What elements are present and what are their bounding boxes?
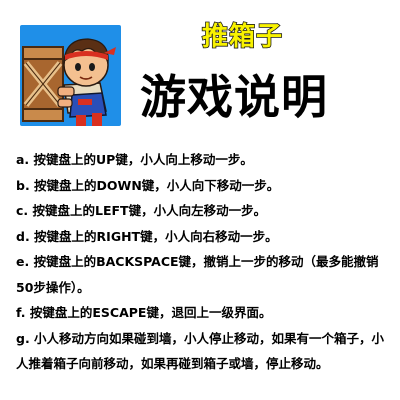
game-logo <box>20 25 121 126</box>
instruction-item: f. 按键盘上的ESCAPE键，退回上一级界面。 <box>16 305 272 320</box>
instruction-list: a. 按键盘上的UP键，小人向上移动一步。 b. 按键盘上的DOWN键，小人向下… <box>16 147 392 377</box>
instruction-item: g. 小人移动方向如果碰到墙，小人停止移动，如果有一个箱子，小人推着箱子向前移动… <box>16 330 385 372</box>
instruction-item: c. 按键盘上的LEFT键，小人向左移动一步。 <box>16 203 267 218</box>
sokoban-boy-pushing-crate-icon <box>22 38 116 126</box>
instruction-item: a. 按键盘上的UP键，小人向上移动一步。 <box>16 152 253 167</box>
instruction-item: d. 按键盘上的RIGHT键，小人向右移动一步。 <box>16 228 278 244</box>
instruction-item: e. 按键盘上的BACKSPACE键，撤销上一步的移动（最多能撤销50步操作）。 <box>16 254 379 295</box>
page-title: 游戏说明 <box>140 70 328 124</box>
instruction-item: b. 按键盘上的DOWN键，小人向下移动一步。 <box>16 177 280 193</box>
game-name: 推箱子 <box>201 21 284 53</box>
